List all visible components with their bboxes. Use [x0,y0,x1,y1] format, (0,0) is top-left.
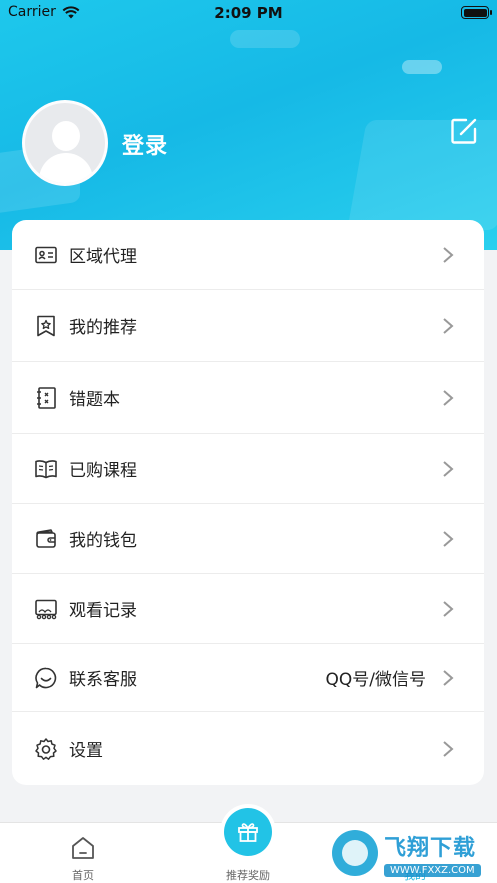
bookmark-star-icon [37,315,55,336]
menu-item-watch-history[interactable]: 观看记录 [12,574,484,644]
open-book-icon [35,459,57,478]
menu-item-settings[interactable]: 设置 [12,712,484,785]
gift-icon [238,823,258,842]
menu-item-label: 设置 [69,741,103,761]
cloud-decoration [230,30,300,48]
menu-item-purchased-courses[interactable]: 已购课程 [12,434,484,504]
menu-item-label: 我的推荐 [69,318,137,338]
gear-icon [35,737,57,760]
chevron-right-icon [443,740,454,757]
tab-home[interactable]: 首页 [48,823,118,883]
menu-item-wallet[interactable]: 我的钱包 [12,504,484,574]
menu-item-label: 错题本 [69,390,120,410]
battery-icon [461,6,492,19]
tab-home-label: 首页 [72,869,94,882]
chevron-right-icon [443,246,454,263]
menu-item-customer-service[interactable]: 联系客服 QQ号/微信号 [12,644,484,712]
watermark: 飞翔下载 WWW.FXXZ.COM [332,826,492,880]
chevron-right-icon [443,460,454,477]
menu-card: 区域代理 我的推荐 错题本 已购课程 我的钱包 观看记录 联系客服 QQ号/微信… [12,220,484,785]
menu-item-label: 联系客服 [69,670,137,690]
menu-item-label: 我的钱包 [69,531,137,551]
watermark-title: 飞翔下载 [384,835,477,861]
chat-bubble-icon [35,667,57,688]
menu-item-mistake-book[interactable]: 错题本 [12,362,484,434]
reward-button[interactable] [220,804,276,860]
chevron-right-icon [443,600,454,617]
edit-icon[interactable] [449,116,479,146]
login-link[interactable]: 登录 [122,128,168,160]
watermark-logo-icon [332,830,378,876]
cloud-decoration [402,60,442,74]
watermark-url: WWW.FXXZ.COM [384,863,481,877]
wallet-icon [36,528,56,548]
home-icon [72,837,94,859]
chevron-right-icon [443,389,454,406]
menu-item-label: 已购课程 [69,461,137,481]
menu-item-regional-agent[interactable]: 区域代理 [12,220,484,290]
watch-history-icon [35,599,57,619]
chevron-right-icon [443,669,454,686]
menu-item-label: 观看记录 [69,601,137,621]
contact-value: QQ号/微信号 [325,670,427,690]
status-bar: Carrier 2:09 PM [0,0,497,26]
tab-reward-label: 推荐奖励 [226,869,270,882]
id-card-icon [35,246,57,263]
menu-item-label: 区域代理 [69,247,137,267]
menu-item-my-recommendations[interactable]: 我的推荐 [12,290,484,362]
chevron-right-icon [443,317,454,334]
chevron-right-icon [443,530,454,547]
avatar[interactable] [22,100,108,186]
notebook-icon [37,386,56,409]
clock: 2:09 PM [214,4,283,22]
